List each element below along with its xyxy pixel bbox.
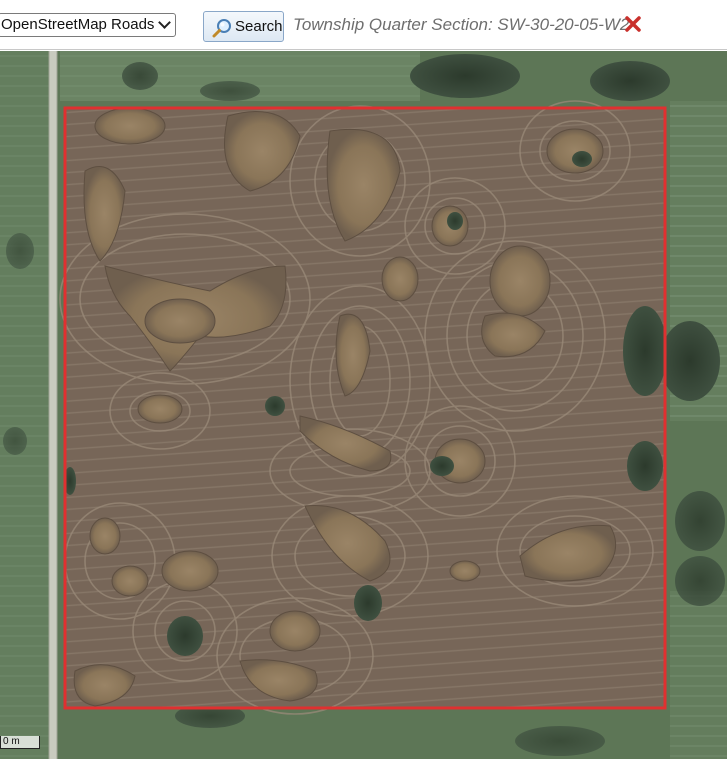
chevron-down-icon	[158, 16, 171, 29]
magnifier-icon	[212, 19, 231, 38]
map-toolbar: OpenStreetMap Roads Search Township Quar…	[0, 0, 727, 50]
search-button[interactable]: Search	[203, 11, 284, 42]
search-button-label: Search	[235, 18, 283, 35]
map-viewport[interactable]: 0 m	[0, 51, 727, 759]
scale-label: 0 m	[3, 736, 20, 747]
search-result-text: Township Quarter Section: SW-30-20-05-W2	[293, 15, 630, 34]
satellite-imagery	[0, 51, 727, 759]
basemap-layer-select[interactable]: OpenStreetMap Roads	[0, 13, 176, 37]
scale-bar: 0 m	[0, 736, 40, 749]
basemap-layer-value: OpenStreetMap Roads	[1, 16, 155, 33]
close-icon[interactable]	[624, 15, 642, 33]
